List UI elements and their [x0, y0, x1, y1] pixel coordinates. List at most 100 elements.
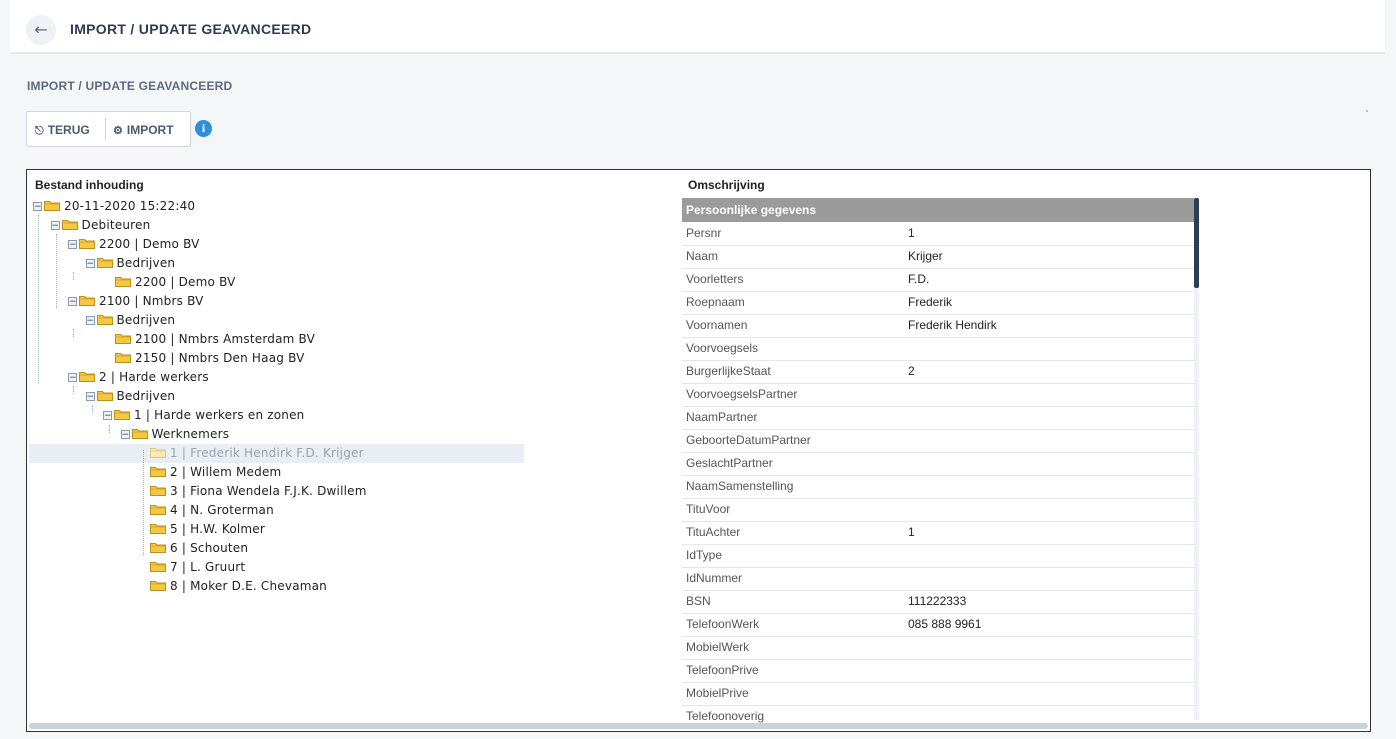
- details-row: GeboorteDatumPartner: [682, 429, 1194, 453]
- details-row: TituVoor: [682, 498, 1194, 522]
- tree-node[interactable]: − 2 | Harde werkers: [68, 368, 209, 387]
- details-key: BurgerlijkeStaat: [686, 364, 771, 378]
- tree-node[interactable]: − 2100 | Nmbrs BV: [68, 292, 204, 311]
- tree-node[interactable]: 2150 | Nmbrs Den Haag BV: [115, 349, 305, 368]
- tree-guide-line: [73, 329, 74, 337]
- folder-icon: [150, 446, 170, 460]
- details-value: F.D.: [908, 272, 930, 286]
- tree-node[interactable]: − 1 | Harde werkers en zonen: [103, 406, 305, 425]
- tree-node[interactable]: 2100 | Nmbrs Amsterdam BV: [115, 330, 315, 349]
- details-key: VoorvoegselsPartner: [686, 387, 798, 401]
- folder-icon: [115, 332, 135, 346]
- details-value: Frederik Hendirk: [908, 318, 997, 332]
- collapse-icon[interactable]: −: [85, 316, 95, 326]
- tree-node-label: 2100 | Nmbrs Amsterdam BV: [135, 332, 316, 346]
- details-key: IdType: [686, 548, 723, 562]
- details-value: 1: [908, 226, 915, 240]
- tree-node[interactable]: − Bedrijven: [85, 254, 176, 273]
- details-value: 085 888 9961: [908, 617, 982, 631]
- tree-node[interactable]: 3 | Fiona Wendela F.J.K. Dwillem: [150, 482, 367, 501]
- collapse-icon[interactable]: −: [68, 373, 77, 383]
- details-row: Roepnaam Frederik: [682, 291, 1194, 315]
- horizontal-scrollbar[interactable]: [29, 723, 1368, 729]
- details-key: TelefoonWerk: [686, 617, 760, 631]
- details-key: Voornamen: [686, 318, 748, 332]
- tree-node-label: 7 | L. Gruurt: [170, 560, 246, 574]
- page-title: IMPORT / UPDATE GEAVANCEERD: [70, 21, 312, 37]
- collapse-icon[interactable]: −: [33, 202, 42, 212]
- details-scrollbar-thumb[interactable]: [1194, 198, 1199, 288]
- tree-node-label: 2200 | Demo BV: [135, 275, 236, 289]
- details-row: BSN 111222333: [682, 590, 1194, 614]
- file-content-heading: Bestand inhouding: [35, 178, 144, 192]
- tree-node[interactable]: 4 | N. Groterman: [150, 501, 274, 520]
- tree-node[interactable]: 8 | Moker D.E. Chevaman: [150, 577, 327, 596]
- tree-guide-line: [38, 215, 39, 383]
- tree-node[interactable]: − Werknemers: [120, 425, 230, 444]
- tree-guide-line: [92, 405, 93, 413]
- folder-icon: [79, 237, 99, 251]
- tree-node[interactable]: − Debiteuren: [50, 216, 151, 235]
- folder-icon: [150, 579, 170, 593]
- tree-node[interactable]: 2200 | Demo BV: [115, 273, 236, 292]
- tree-node-label: 20-11-2020 15:22:40: [64, 199, 196, 213]
- description-heading: Omschrijving: [688, 178, 765, 192]
- tree-node[interactable]: 1 | Frederik Hendirk F.D. Krijger: [150, 444, 364, 463]
- arrow-left-icon[interactable]: ←: [26, 15, 56, 45]
- details-key: IdNummer: [686, 571, 743, 585]
- tree-node-label: 2 | Willem Medem: [170, 465, 282, 479]
- collapse-icon[interactable]: −: [103, 411, 112, 421]
- import-button[interactable]: ⚙ IMPORT: [113, 112, 174, 146]
- tree-node-label: 2100 | Nmbrs BV: [99, 294, 204, 308]
- info-icon[interactable]: i: [195, 120, 212, 137]
- toolbar-divider: [105, 118, 106, 140]
- tree-node-label: 8 | Moker D.E. Chevaman: [170, 579, 327, 593]
- details-value: Frederik: [908, 295, 953, 309]
- details-row: TelefoonWerk 085 888 9961: [682, 613, 1194, 637]
- collapse-icon[interactable]: −: [120, 430, 130, 440]
- details-row: Voornamen Frederik Hendirk: [682, 314, 1194, 338]
- folder-icon: [150, 560, 170, 574]
- collapse-icon[interactable]: −: [85, 259, 95, 269]
- collapse-icon[interactable]: −: [68, 297, 77, 307]
- tree-node-label: 2150 | Nmbrs Den Haag BV: [135, 351, 305, 365]
- details-row: BurgerlijkeStaat 2: [682, 360, 1194, 384]
- details-value: 1: [908, 525, 915, 539]
- folder-icon: [96, 256, 117, 270]
- tree-node[interactable]: − 20-11-2020 15:22:40: [33, 197, 195, 216]
- details-scrollbar[interactable]: [1194, 198, 1199, 720]
- details-row: MobielPrive: [682, 682, 1194, 706]
- details-key: MobielWerk: [686, 640, 750, 654]
- tree-guide-line: [73, 386, 74, 394]
- tree-node[interactable]: 7 | L. Gruurt: [150, 558, 245, 577]
- folder-icon: [150, 522, 170, 536]
- tree-node-label: Bedrijven: [116, 256, 176, 270]
- details-row: IdNummer: [682, 567, 1194, 591]
- tree-node-label: 1 | Harde werkers en zonen: [134, 408, 305, 422]
- tree-node[interactable]: 5 | H.W. Kolmer: [150, 520, 265, 539]
- tree-guide-line: [143, 450, 144, 555]
- folder-icon: [131, 427, 152, 441]
- details-value: 2: [908, 364, 915, 378]
- details-table: Persoonlijke gegevens Persnr 1 Naam Krijger…: [682, 198, 1194, 728]
- tree-node[interactable]: − Bedrijven: [85, 387, 176, 406]
- tree-node[interactable]: − 2200 | Demo BV: [68, 235, 200, 254]
- gears-icon: ⚙: [113, 125, 123, 137]
- folder-icon: [96, 389, 117, 403]
- tree-node[interactable]: − Bedrijven: [85, 311, 176, 330]
- collapse-icon[interactable]: −: [50, 221, 60, 231]
- details-key: TituVoor: [686, 502, 731, 516]
- tree-node[interactable]: 6 | Schouten: [150, 539, 248, 558]
- collapse-icon[interactable]: −: [85, 392, 95, 402]
- tree-node-label: 2 | Harde werkers: [99, 370, 209, 384]
- details-key: TelefoonPrive: [686, 663, 759, 677]
- tree-node[interactable]: 2 | Willem Medem: [150, 463, 281, 482]
- details-group-header: Persoonlijke gegevens: [682, 198, 1194, 222]
- folder-icon: [150, 484, 170, 498]
- details-value: Krijger: [908, 249, 943, 263]
- tree-guide-line: [109, 425, 110, 433]
- collapse-icon[interactable]: −: [68, 240, 77, 250]
- folder-icon: [115, 351, 135, 365]
- back-button[interactable]: ⎋ TERUG: [35, 112, 90, 146]
- details-key: Roepnaam: [686, 295, 745, 309]
